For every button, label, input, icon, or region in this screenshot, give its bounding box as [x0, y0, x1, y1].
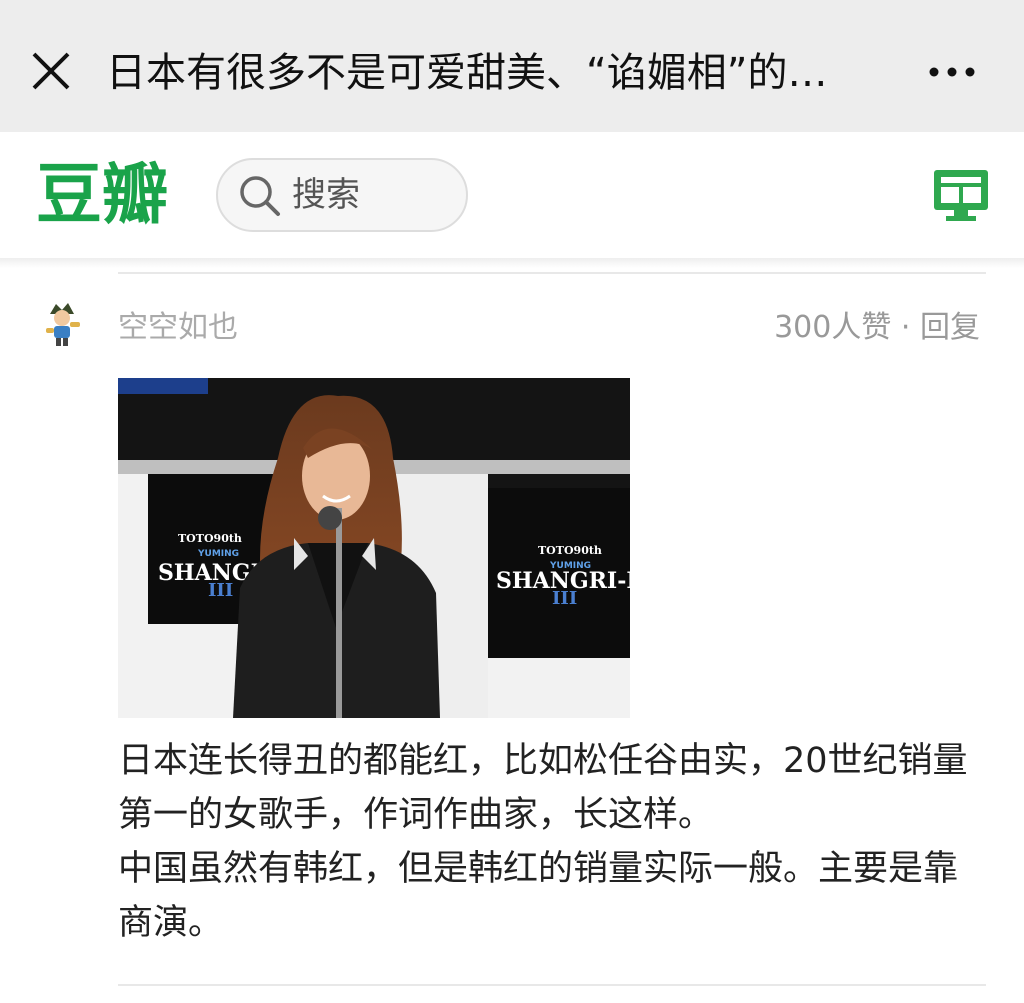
- more-dots-icon[interactable]: [922, 52, 982, 88]
- page-title: 日本有很多不是可爱甜美、“谄媚相”的…: [106, 50, 828, 96]
- search-icon: [238, 174, 282, 218]
- douban-logo[interactable]: 豆瓣: [36, 158, 180, 232]
- comment-paragraph-1: 日本连长得丑的都能红，比如松任谷由实，20世纪销量第一的女歌手，作词作曲家，长这…: [118, 741, 968, 835]
- search-placeholder: 搜索: [292, 175, 360, 215]
- logo-left-mid: YUMING: [197, 549, 239, 559]
- divider-top: [118, 272, 986, 274]
- site-header: 豆瓣 搜索: [0, 132, 1024, 258]
- divider-bottom: [118, 984, 986, 986]
- top-navigation-bar: 日本有很多不是可爱甜美、“谄媚相”的…: [0, 0, 1024, 132]
- avatar[interactable]: [40, 300, 84, 348]
- comment-photo[interactable]: TOTO90th YUMING SHANGRI-LA III TOTO90th …: [118, 378, 630, 718]
- comment-body: 日本连长得丑的都能红，比如松任谷由实，20世纪销量第一的女歌手，作词作曲家，长这…: [118, 734, 990, 950]
- like-count[interactable]: 300人赞: [774, 310, 891, 345]
- comment-username[interactable]: 空空如也: [118, 306, 238, 350]
- close-icon[interactable]: [30, 50, 72, 92]
- meta-separator: ·: [900, 310, 911, 345]
- header-shadow: [0, 258, 1024, 268]
- search-input[interactable]: 搜索: [216, 158, 468, 232]
- logo-left-top: TOTO90th: [178, 532, 242, 545]
- reply-link[interactable]: 回复: [920, 310, 980, 345]
- logo-right-numeral: III: [552, 588, 577, 609]
- logo-left-numeral: III: [208, 580, 233, 601]
- logo-right-top: TOTO90th: [538, 544, 602, 557]
- comment-meta: 300人赞 · 回复: [774, 306, 980, 350]
- desktop-monitor-icon[interactable]: [932, 168, 990, 224]
- comment-paragraph-2: 中国虽然有韩红，但是韩红的销量实际一般。主要是靠商演。: [118, 849, 959, 943]
